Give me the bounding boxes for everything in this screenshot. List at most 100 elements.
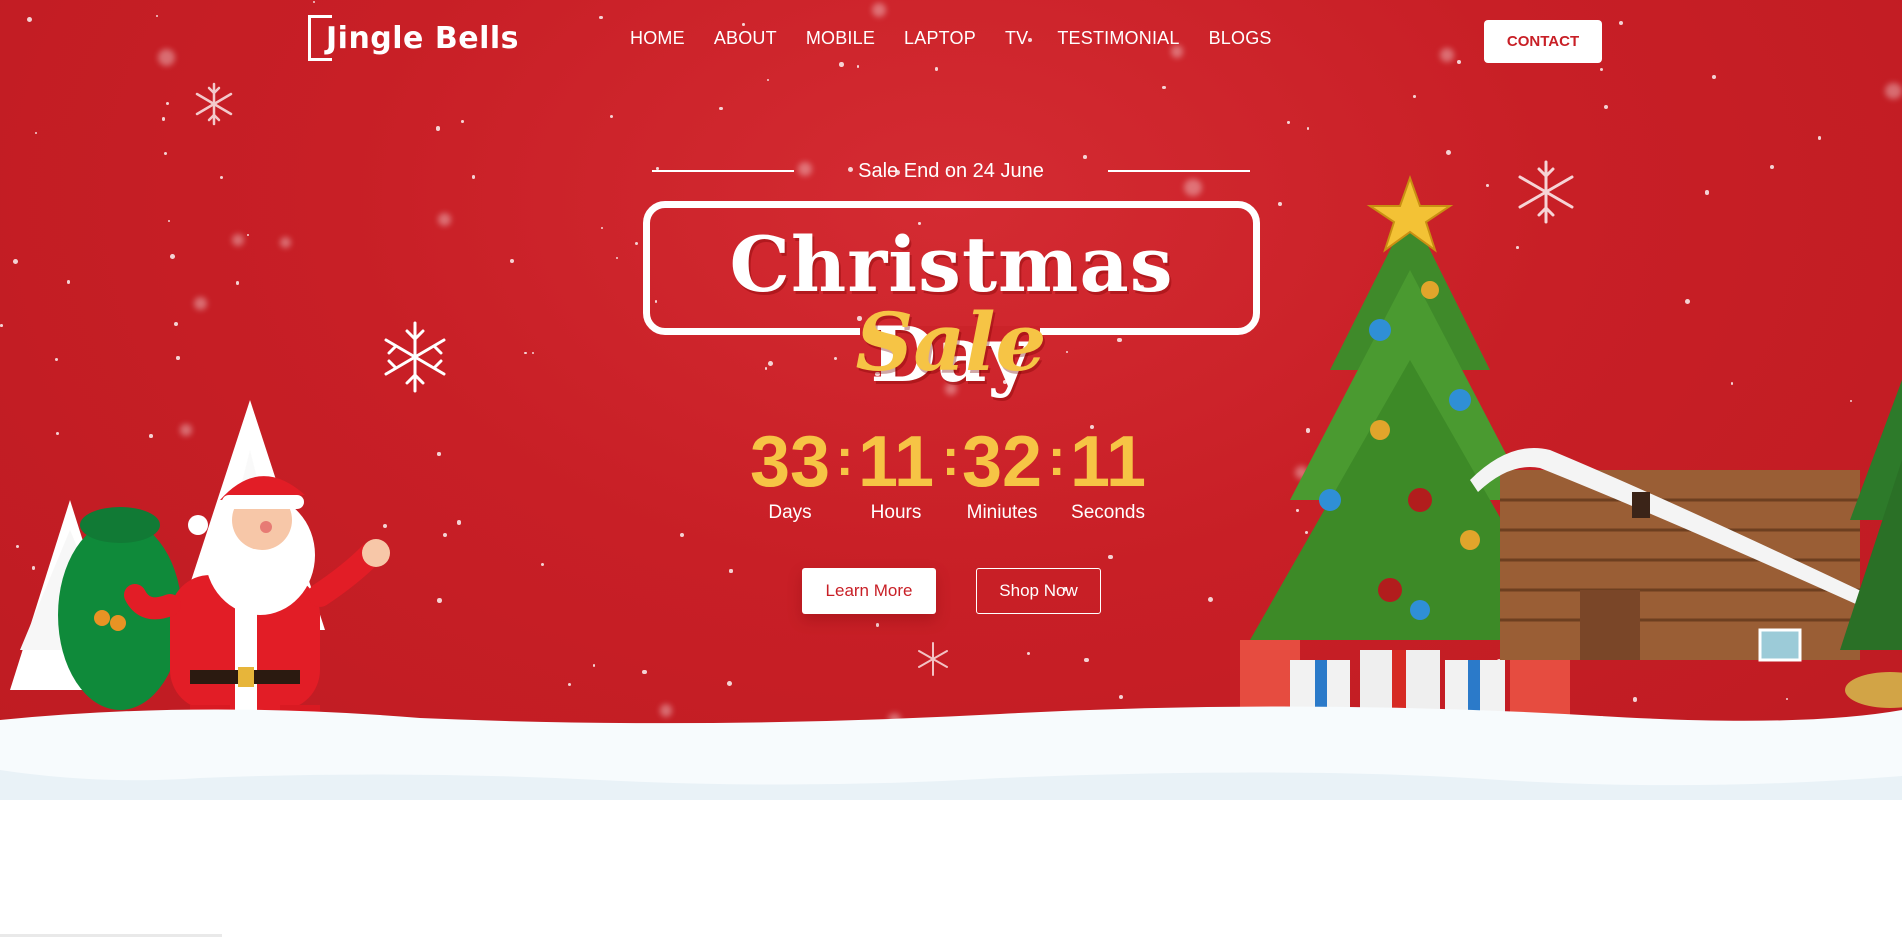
snowflake-icon <box>384 321 446 393</box>
snow-dot <box>157 49 175 67</box>
snow-dot <box>1440 48 1454 62</box>
learn-more-button[interactable]: Learn More <box>802 568 936 614</box>
divider <box>652 170 794 172</box>
snow-dot <box>167 219 171 223</box>
snow-dot <box>1685 299 1690 305</box>
christmas-tree-illustration <box>1840 380 1902 708</box>
snow-dot <box>438 213 451 226</box>
countdown-seconds: 11 <box>1069 422 1147 502</box>
snow-dot <box>163 151 168 155</box>
snow-dot <box>174 322 178 326</box>
snow-dot <box>767 78 770 81</box>
snow-dot <box>66 280 71 284</box>
snow-dot <box>437 452 441 456</box>
sale-end-text: Sale End on 24 June <box>858 159 1044 182</box>
snow-dot <box>1817 136 1822 140</box>
snow-dot <box>219 175 224 180</box>
snow-dot <box>1118 694 1124 699</box>
snow-dot <box>161 117 166 122</box>
snow-dot <box>719 107 723 111</box>
snow-dot <box>509 258 514 263</box>
countdown-separator: : <box>942 429 960 487</box>
snow-dot <box>610 114 614 118</box>
nav-testimonial[interactable]: TESTIMONIAL <box>1057 28 1179 49</box>
snow-dot <box>600 226 603 229</box>
main-nav: HOME ABOUT MOBILE LAPTOP TV TESTIMONIAL … <box>630 28 1272 49</box>
snow-dot <box>1084 657 1089 663</box>
snow-dot <box>1599 67 1603 71</box>
snow-dot <box>1618 20 1623 26</box>
snow-dot <box>232 234 245 247</box>
hero-title-highlight: Sale <box>855 295 1047 389</box>
snow-dot <box>471 175 475 179</box>
snow-dot <box>1287 121 1290 124</box>
snow-dot <box>872 2 887 17</box>
nav-mobile[interactable]: MOBILE <box>806 28 875 49</box>
snow-dot <box>1603 104 1609 110</box>
snow-dot <box>1108 555 1113 560</box>
snow-dot <box>856 64 860 68</box>
hero-section: Jingle Bells HOME ABOUT MOBILE LAPTOP TV… <box>0 0 1902 800</box>
snow-dot <box>642 669 647 674</box>
countdown-separator: : <box>836 429 854 487</box>
snow-ground <box>0 706 1902 800</box>
snow-dot <box>1456 60 1461 65</box>
scroll-indicator <box>0 934 222 937</box>
countdown-minutes: 32 <box>961 422 1043 502</box>
snow-dot <box>26 16 32 22</box>
snow-dot <box>1026 652 1031 656</box>
log-cabin-illustration <box>1470 448 1880 662</box>
snow-dot <box>1208 597 1214 603</box>
snow-dot <box>1712 75 1716 80</box>
countdown-days-label: Days <box>768 502 812 523</box>
snow-dot <box>279 236 291 249</box>
countdown-hours-label: Hours <box>870 502 922 523</box>
snow-dot <box>247 234 250 237</box>
snow-dot <box>598 15 603 20</box>
logo-text: Jingle Bells <box>326 20 519 56</box>
snow-dot <box>531 351 534 354</box>
bracket-j-logo-icon <box>308 15 332 61</box>
nav-blogs[interactable]: BLOGS <box>1209 28 1272 49</box>
snow-dot <box>1446 150 1452 156</box>
snow-dot <box>169 253 175 259</box>
snow-dot <box>634 241 639 246</box>
nav-laptop[interactable]: LAPTOP <box>904 28 976 49</box>
countdown-seconds-label: Seconds <box>1071 502 1145 523</box>
snow-dot <box>193 297 207 310</box>
snow-dot <box>1704 190 1710 195</box>
logo[interactable]: Jingle Bells <box>308 14 519 62</box>
snow-dot <box>442 532 447 537</box>
countdown-minutes-label: Miniutes <box>966 502 1038 523</box>
nav-about[interactable]: ABOUT <box>714 28 777 49</box>
snow-dot <box>13 259 19 264</box>
snow-dot <box>839 62 844 67</box>
snow-dot <box>592 664 596 667</box>
snow-dot <box>0 324 3 328</box>
snow-dot <box>615 257 618 260</box>
sale-end-banner: Sale End on 24 June <box>652 158 1250 184</box>
snow-dot <box>875 623 880 627</box>
snow-dot <box>934 67 939 71</box>
snow-dot <box>1413 94 1416 98</box>
snow-dot <box>727 681 732 686</box>
countdown-hours: 11 <box>857 422 935 502</box>
snowflake-icon <box>195 82 233 126</box>
snow-dot <box>679 532 684 537</box>
snow-dot <box>176 356 180 360</box>
countdown-timer: 33 : 11 : 32 : 11 Days Hours Miniutes Se… <box>748 422 1152 530</box>
nav-tv[interactable]: TV <box>1005 28 1028 49</box>
snow-dot <box>1162 85 1166 90</box>
nav-home[interactable]: HOME <box>630 28 685 49</box>
snow-dot <box>1730 382 1734 385</box>
snow-dot <box>155 15 158 18</box>
snow-dot <box>235 280 240 285</box>
snow-dot <box>1885 82 1902 99</box>
contact-button[interactable]: CONTACT <box>1484 20 1602 63</box>
shop-now-button[interactable]: Shop Now <box>976 568 1101 614</box>
snow-dot <box>524 351 527 355</box>
snowflake-icon <box>918 642 948 676</box>
snow-dot <box>313 0 316 4</box>
snow-dot <box>568 683 572 687</box>
snow-dot <box>729 569 733 573</box>
